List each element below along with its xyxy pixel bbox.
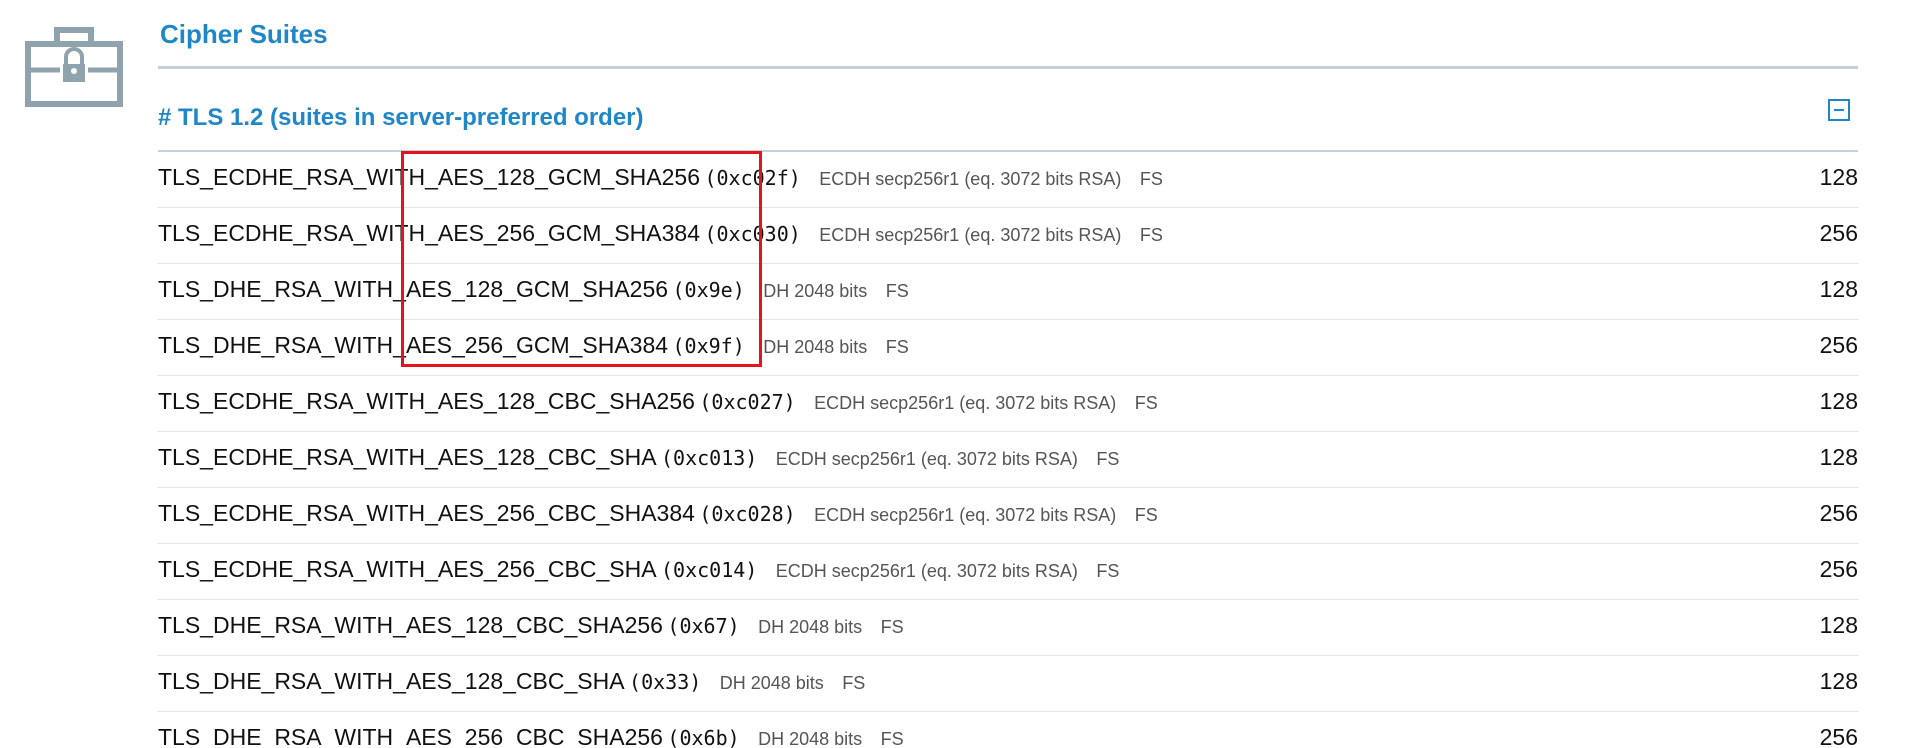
suite-code: (0x67): [667, 614, 740, 638]
cipher-suite-row: TLS_ECDHE_RSA_WITH_AES_128_GCM_SHA256 (0…: [158, 152, 1858, 208]
forward-secrecy-flag: FS: [885, 281, 909, 301]
cipher-strength: 256: [1819, 332, 1858, 358]
suite-code: (0xc028): [699, 502, 796, 526]
lock-briefcase-icon: [25, 27, 123, 107]
key-exchange: ECDH secp256r1 (eq. 3072 bits RSA): [814, 393, 1117, 413]
key-exchange: DH 2048 bits: [763, 281, 868, 301]
forward-secrecy-flag: FS: [1134, 393, 1158, 413]
key-exchange: DH 2048 bits: [758, 729, 863, 748]
suite-code: (0x9e): [672, 278, 745, 302]
cipher-suite-row: TLS_ECDHE_RSA_WITH_AES_128_CBC_SHA256 (0…: [158, 376, 1858, 432]
cipher-suite-row: TLS_ECDHE_RSA_WITH_AES_256_CBC_SHA (0xc0…: [158, 544, 1858, 600]
cipher-suite-row: TLS_DHE_RSA_WITH_AES_128_CBC_SHA256 (0x6…: [158, 600, 1858, 656]
cipher-suite-row: TLS_DHE_RSA_WITH_AES_256_GCM_SHA384 (0x9…: [158, 320, 1858, 376]
suite-code: (0xc030): [704, 222, 801, 246]
cipher-strength: 256: [1819, 220, 1858, 246]
cipher-strength: 128: [1819, 668, 1858, 694]
suite-name: TLS_DHE_RSA_WITH_AES_128_GCM_SHA256: [158, 276, 669, 302]
forward-secrecy-flag: FS: [880, 729, 904, 748]
suite-name: TLS_ECDHE_RSA_WITH_AES_128_CBC_SHA256: [158, 388, 695, 414]
cipher-suite-row: TLS_ECDHE_RSA_WITH_AES_128_CBC_SHA (0xc0…: [158, 432, 1858, 488]
cipher-strength: 128: [1819, 164, 1858, 190]
forward-secrecy-flag: FS: [885, 337, 909, 357]
cipher-strength: 128: [1819, 388, 1858, 414]
suite-code: (0x9f): [672, 334, 745, 358]
cipher-suite-row: TLS_DHE_RSA_WITH_AES_256_CBC_SHA256 (0x6…: [158, 712, 1858, 748]
cipher-suite-row: TLS_DHE_RSA_WITH_AES_128_GCM_SHA256 (0x9…: [158, 264, 1858, 320]
key-exchange: ECDH secp256r1 (eq. 3072 bits RSA): [819, 225, 1122, 245]
forward-secrecy-flag: FS: [1096, 449, 1120, 469]
title-divider: [158, 66, 1858, 69]
suite-code: (0xc014): [661, 558, 758, 582]
cipher-strength: 256: [1819, 500, 1858, 526]
cipher-strength: 128: [1819, 612, 1858, 638]
protocol-header: # TLS 1.2 (suites in server-preferred or…: [158, 104, 644, 131]
key-exchange: DH 2048 bits: [758, 617, 863, 637]
suite-name: TLS_ECDHE_RSA_WITH_AES_128_GCM_SHA256: [158, 164, 701, 190]
cipher-suite-row: TLS_DHE_RSA_WITH_AES_128_CBC_SHA (0x33) …: [158, 656, 1858, 712]
key-exchange: DH 2048 bits: [719, 673, 824, 693]
forward-secrecy-flag: FS: [1096, 561, 1120, 581]
key-exchange: ECDH secp256r1 (eq. 3072 bits RSA): [814, 505, 1117, 525]
key-exchange: ECDH secp256r1 (eq. 3072 bits RSA): [819, 169, 1122, 189]
key-exchange: ECDH secp256r1 (eq. 3072 bits RSA): [775, 449, 1078, 469]
forward-secrecy-flag: FS: [1134, 505, 1158, 525]
suite-code: (0xc02f): [704, 166, 801, 190]
section-title: Cipher Suites: [160, 19, 328, 49]
suite-code: (0xc013): [661, 446, 758, 470]
key-exchange: ECDH secp256r1 (eq. 3072 bits RSA): [775, 561, 1078, 581]
cipher-suite-row: TLS_ECDHE_RSA_WITH_AES_256_GCM_SHA384 (0…: [158, 208, 1858, 264]
forward-secrecy-flag: FS: [880, 617, 904, 637]
cipher-strength: 256: [1819, 556, 1858, 582]
cipher-strength: 128: [1819, 276, 1858, 302]
forward-secrecy-flag: FS: [1139, 225, 1163, 245]
suite-code: (0x33): [629, 670, 702, 694]
suite-code: (0x6b): [667, 726, 740, 748]
suite-name: TLS_ECDHE_RSA_WITH_AES_256_CBC_SHA384: [158, 500, 695, 526]
forward-secrecy-flag: FS: [1139, 169, 1163, 189]
suite-name: TLS_ECDHE_RSA_WITH_AES_128_CBC_SHA: [158, 444, 657, 470]
suite-name: TLS_DHE_RSA_WITH_AES_128_CBC_SHA256: [158, 612, 663, 638]
key-exchange: DH 2048 bits: [763, 337, 868, 357]
suite-name: TLS_DHE_RSA_WITH_AES_128_CBC_SHA: [158, 668, 625, 694]
forward-secrecy-flag: FS: [842, 673, 866, 693]
cipher-strength: 256: [1819, 724, 1858, 748]
suite-name: TLS_DHE_RSA_WITH_AES_256_CBC_SHA256: [158, 724, 663, 748]
minus-square-icon[interactable]: [1828, 99, 1850, 121]
suite-code: (0xc027): [699, 390, 796, 414]
suite-name: TLS_ECDHE_RSA_WITH_AES_256_CBC_SHA: [158, 556, 657, 582]
cipher-strength: 128: [1819, 444, 1858, 470]
suite-name: TLS_ECDHE_RSA_WITH_AES_256_GCM_SHA384: [158, 220, 701, 246]
suite-name: TLS_DHE_RSA_WITH_AES_256_GCM_SHA384: [158, 332, 669, 358]
cipher-suite-row: TLS_ECDHE_RSA_WITH_AES_256_CBC_SHA384 (0…: [158, 488, 1858, 544]
cipher-suite-list: TLS_ECDHE_RSA_WITH_AES_128_GCM_SHA256 (0…: [158, 152, 1858, 748]
